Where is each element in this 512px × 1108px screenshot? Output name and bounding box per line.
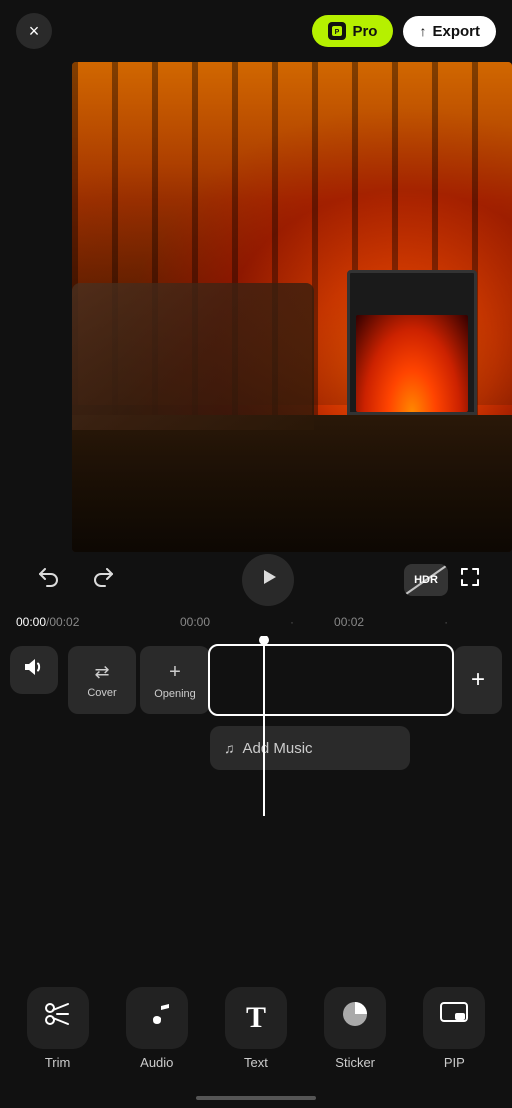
audio-track-button[interactable] [10, 646, 58, 694]
pip-label: PIP [444, 1055, 465, 1070]
export-icon: ↑ [419, 23, 426, 39]
fullscreen-button[interactable] [448, 558, 492, 602]
redo-icon [92, 565, 116, 595]
opening-icon: + [169, 661, 181, 684]
undo-icon [36, 565, 60, 595]
export-button[interactable]: ↑ Export [403, 16, 496, 47]
play-icon [257, 566, 279, 594]
pro-button[interactable]: P Pro [312, 15, 393, 47]
video-strip-wrapper[interactable] [210, 646, 452, 714]
audio-icon-wrap [126, 987, 188, 1049]
tool-pip[interactable]: PIP [414, 987, 494, 1070]
scissors-icon [42, 998, 74, 1037]
video-preview [72, 62, 512, 552]
top-bar-actions: P Pro ↑ Export [312, 15, 496, 47]
speaker-icon [22, 655, 46, 685]
tool-sticker[interactable]: Sticker [315, 987, 395, 1070]
mark-2: 00:02 [334, 615, 364, 629]
pip-icon [439, 1001, 469, 1034]
sticker-icon [339, 998, 371, 1037]
close-button[interactable]: × [16, 13, 52, 49]
top-bar: × P Pro ↑ Export [0, 0, 512, 62]
audio-note-icon [141, 998, 173, 1037]
cover-clip[interactable]: ⇄ Cover [68, 646, 136, 714]
bottom-home-indicator [196, 1096, 316, 1100]
add-clip-icon: + [471, 666, 485, 694]
total-time: 00:02 [49, 615, 79, 629]
strip-selection-border [208, 644, 454, 716]
redo-button[interactable] [76, 552, 132, 608]
audio-label: Audio [140, 1055, 173, 1070]
sticker-label: Sticker [335, 1055, 375, 1070]
text-T-icon: T [246, 1001, 266, 1035]
playhead [263, 636, 265, 816]
music-note-icon: ♫ [224, 740, 235, 756]
play-button[interactable] [242, 554, 294, 606]
fullscreen-icon [458, 565, 482, 595]
cover-icon: ⇄ [94, 662, 109, 683]
opening-label: Opening [154, 688, 196, 700]
trim-icon-wrap [27, 987, 89, 1049]
timeline-area[interactable]: ⇄ Cover + Opening + ♫ Add Music [0, 636, 512, 926]
pip-icon-wrap [423, 987, 485, 1049]
opening-clip[interactable]: + Opening [138, 646, 210, 714]
sticker-icon-wrap [324, 987, 386, 1049]
playback-controls: HDR [0, 552, 512, 608]
svg-text:P: P [335, 29, 340, 36]
tool-text[interactable]: T Text [216, 987, 296, 1070]
hdr-button[interactable]: HDR [404, 564, 448, 596]
add-music-label: Add Music [243, 740, 313, 757]
add-clip-button[interactable]: + [454, 646, 502, 714]
undo-button[interactable] [20, 552, 76, 608]
add-music-button[interactable]: ♫ Add Music [210, 726, 410, 770]
tool-trim[interactable]: Trim [18, 987, 98, 1070]
pro-icon: P [328, 22, 346, 40]
trim-label: Trim [45, 1055, 71, 1070]
cover-label: Cover [87, 687, 116, 699]
bottom-toolbar: Trim Audio T Text Sticker [0, 978, 512, 1078]
tool-audio[interactable]: Audio [117, 987, 197, 1070]
text-label: Text [244, 1055, 268, 1070]
timeline-marks: 00:00 · 00:02 · [180, 615, 512, 629]
hdr-label: HDR [414, 574, 438, 586]
timeline-header: 00:00/00:02 00:00 · 00:02 · [0, 608, 512, 636]
mark-0: 00:00 [180, 615, 210, 629]
timecode-display: 00:00/00:02 [16, 615, 79, 629]
text-icon-wrap: T [225, 987, 287, 1049]
current-time: 00:00 [16, 615, 46, 629]
fireplace-visual [347, 270, 477, 415]
